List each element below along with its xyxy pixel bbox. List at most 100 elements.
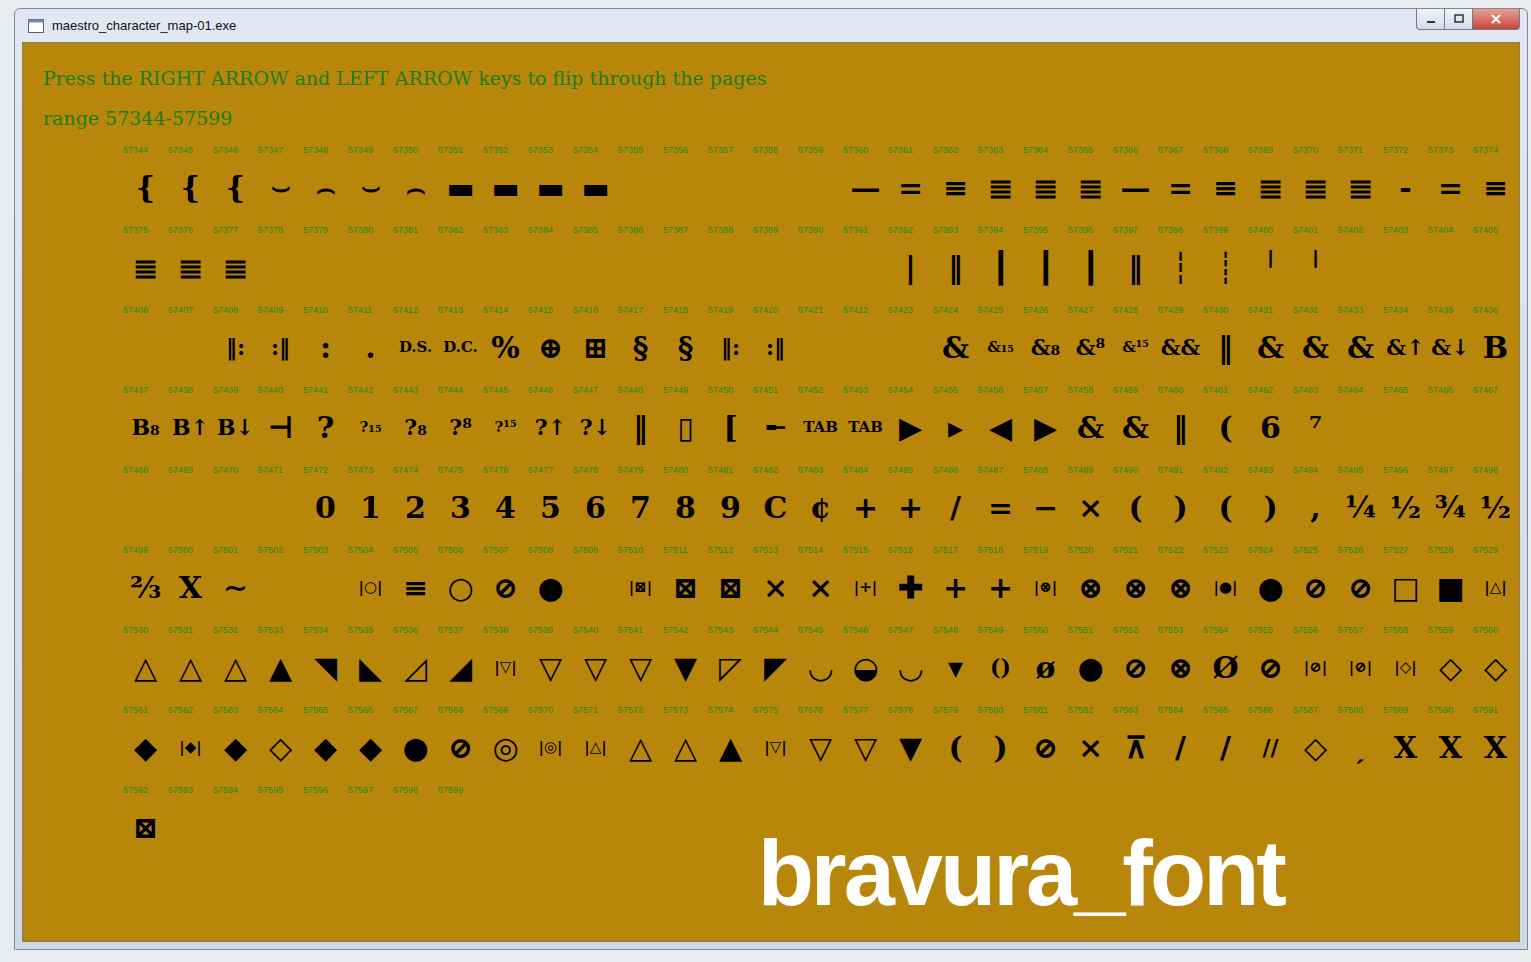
- glyph-cell: 57594: [213, 778, 258, 858]
- code-label: 57347: [258, 144, 283, 156]
- glyph-cell: 57535◣: [348, 618, 393, 698]
- glyph-cell: 57460‖: [1158, 378, 1203, 458]
- glyph: ⊘: [483, 556, 528, 618]
- code-label: 57414: [483, 304, 508, 316]
- glyph: △: [123, 636, 168, 698]
- character-map-canvas: Press the RIGHT ARROW and LEFT ARROW key…: [22, 42, 1520, 942]
- glyph: ◸: [708, 636, 753, 698]
- app-icon: [28, 19, 44, 33]
- glyph: /: [933, 476, 978, 538]
- glyph-cell: 57509: [573, 538, 618, 618]
- code-label: 57429: [1158, 304, 1183, 316]
- glyph: ?↓: [573, 396, 618, 458]
- glyph-cell: 57541▽: [618, 618, 663, 698]
- code-label: 57564: [258, 704, 283, 716]
- glyph-cell: 57357: [708, 138, 753, 218]
- code-label: 57493: [1248, 464, 1273, 476]
- code-label: 57402: [1338, 224, 1363, 236]
- glyph: {: [123, 156, 168, 218]
- glyph-cell: 57552⊘: [1113, 618, 1158, 698]
- glyph-cell: 57352▬: [483, 138, 528, 218]
- glyph: §: [663, 316, 708, 378]
- glyph-cell: 57581⊘: [1023, 698, 1068, 778]
- glyph-cell: 57592⊠: [123, 778, 168, 858]
- glyph-cell: 57393‖: [933, 218, 978, 298]
- code-label: 57440: [258, 384, 283, 396]
- code-label: 57512: [708, 544, 733, 556]
- glyph: ┃: [978, 236, 1023, 298]
- code-label: 57387: [663, 224, 688, 236]
- code-label: 57412: [393, 304, 418, 316]
- glyph-cell: 57584/: [1158, 698, 1203, 778]
- code-label: 57458: [1068, 384, 1093, 396]
- code-label: 57587: [1293, 704, 1318, 716]
- glyph: ▶: [1023, 396, 1068, 458]
- glyph: ⊞: [573, 316, 618, 378]
- code-label: 57504: [348, 544, 373, 556]
- minimize-button[interactable]: [1416, 9, 1445, 30]
- glyph-cell: 57375≣: [123, 218, 168, 298]
- code-label: 57352: [483, 144, 508, 156]
- code-label: 57477: [528, 464, 553, 476]
- glyph: B: [1473, 316, 1518, 378]
- glyph-cell: 57556|⊘|: [1293, 618, 1338, 698]
- code-label: 57578: [888, 704, 913, 716]
- glyph-cell: 57397‖: [1113, 218, 1158, 298]
- code-label: 57486: [933, 464, 958, 476]
- glyph: |▽|: [483, 636, 528, 698]
- code-label: 57502: [258, 544, 283, 556]
- glyph: ▸: [933, 396, 978, 458]
- code-label: 57445: [483, 384, 508, 396]
- glyph-cell: 57405: [1473, 218, 1518, 298]
- code-label: 57355: [618, 144, 643, 156]
- glyph-cell: 57525⊘: [1293, 538, 1338, 618]
- code-label: 57423: [888, 304, 913, 316]
- close-button[interactable]: [1472, 9, 1520, 30]
- code-label: 57470: [213, 464, 238, 476]
- glyph-cell: 57520⊗: [1068, 538, 1113, 618]
- glyph: &: [1293, 316, 1338, 378]
- glyph: ◆: [123, 716, 168, 778]
- glyph: -: [1383, 156, 1428, 218]
- code-label: 57370: [1293, 144, 1318, 156]
- code-label: 57497: [1428, 464, 1453, 476]
- code-label: 57397: [1113, 224, 1138, 236]
- glyph: ⊠: [708, 556, 753, 618]
- glyph: &: [1068, 396, 1113, 458]
- glyph: /: [1158, 716, 1203, 778]
- code-label: 57545: [798, 624, 823, 636]
- glyph-cell: 57373=: [1428, 138, 1473, 218]
- code-label: 57432: [1293, 304, 1318, 316]
- minimize-icon: [1425, 14, 1437, 24]
- code-label: 57567: [393, 704, 418, 716]
- code-label: 57475: [438, 464, 463, 476]
- glyph-cell: 57374≡: [1473, 138, 1518, 218]
- code-label: 57576: [798, 704, 823, 716]
- glyph-cell: 57421: [798, 298, 843, 378]
- code-label: 57373: [1428, 144, 1453, 156]
- code-label: 57346: [213, 144, 238, 156]
- glyph-cell: 57557|⊘|: [1338, 618, 1383, 698]
- glyph: ⊗: [1158, 636, 1203, 698]
- glyph: ×: [798, 556, 843, 618]
- glyph: ⊠: [123, 796, 168, 858]
- glyph-cell: 57574▲: [708, 698, 753, 778]
- glyph-cell: 57444?⁸: [438, 378, 483, 458]
- code-label: 57424: [933, 304, 958, 316]
- code-label: 57416: [573, 304, 598, 316]
- glyph-cell: 57487=: [978, 458, 1023, 538]
- maximize-button[interactable]: [1444, 9, 1473, 30]
- glyph: (: [1113, 476, 1158, 538]
- glyph-cell: 57385: [573, 218, 618, 298]
- glyph: 0: [303, 476, 348, 538]
- glyph: ≣: [1023, 156, 1068, 218]
- code-label: 57453: [843, 384, 868, 396]
- title-bar[interactable]: maestro_character_map-01.exe: [22, 9, 1520, 42]
- glyph: ▬: [573, 156, 618, 218]
- code-label: 57533: [258, 624, 283, 636]
- glyph-cell: 57490(: [1113, 458, 1158, 538]
- glyph: ⊘: [438, 716, 483, 778]
